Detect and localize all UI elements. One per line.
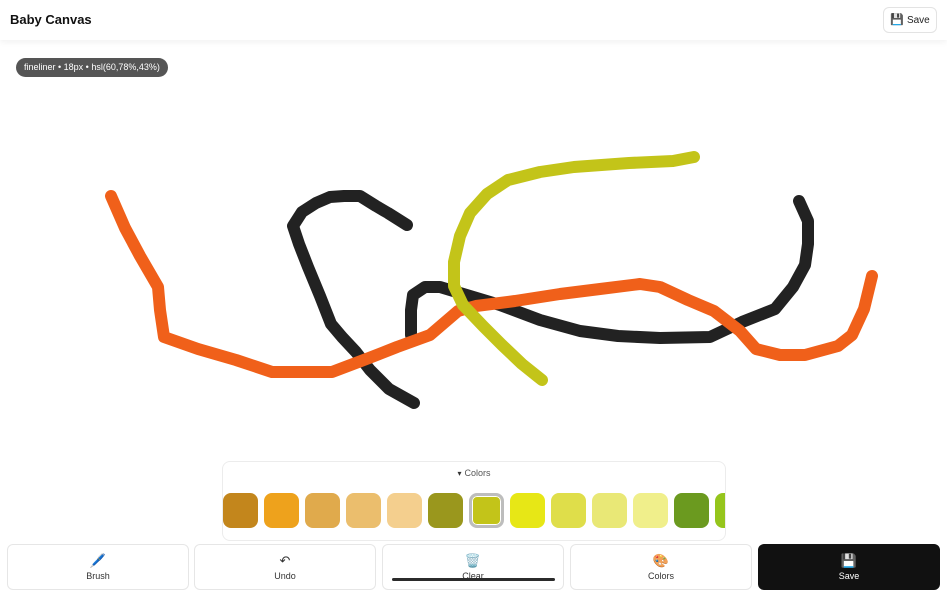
- paintbrush-icon: 🖊️: [89, 552, 107, 568]
- floppy-disk-icon: 💾: [840, 552, 858, 568]
- colors-panel: ▾ Colors: [222, 461, 726, 541]
- undo-icon: ↶: [279, 552, 291, 568]
- bottom-toolbar: 🖊️ Brush ↶ Undo 🗑️ Clear 🎨 Colors 💾 Save: [0, 540, 947, 592]
- save-label: Save: [838, 570, 860, 581]
- colors-button[interactable]: 🎨 Colors: [570, 544, 752, 590]
- color-swatch[interactable]: [387, 493, 422, 528]
- color-swatch[interactable]: [264, 493, 299, 528]
- trash-icon: 🗑️: [464, 552, 482, 568]
- brush-status-badge: fineliner • 18px • hsl(60,78%,43%): [16, 58, 168, 77]
- palette-icon: 🎨: [652, 552, 670, 568]
- color-swatch[interactable]: [469, 493, 504, 528]
- color-swatch[interactable]: [551, 493, 586, 528]
- color-swatch[interactable]: [592, 493, 627, 528]
- color-swatch[interactable]: [715, 493, 725, 528]
- brush-label: Brush: [86, 570, 110, 581]
- color-swatch[interactable]: [346, 493, 381, 528]
- stroke-orange: [105, 190, 878, 378]
- brush-button[interactable]: 🖊️ Brush: [7, 544, 189, 590]
- floppy-disk-icon: 💾: [890, 13, 904, 26]
- color-swatch[interactable]: [510, 493, 545, 528]
- undo-label: Undo: [274, 570, 296, 581]
- app-root: Baby Canvas 💾 Save fineliner • 18px • hs…: [0, 0, 947, 592]
- chevron-down-icon: ▾: [457, 469, 462, 478]
- save-button[interactable]: 💾 Save: [758, 544, 940, 590]
- color-swatch[interactable]: [674, 493, 709, 528]
- colors-label: Colors: [647, 570, 674, 581]
- clear-button[interactable]: 🗑️ Clear: [382, 544, 564, 590]
- header-save-label: Save: [906, 14, 930, 26]
- header-save-button[interactable]: 💾 Save: [883, 7, 937, 33]
- color-swatch[interactable]: [305, 493, 340, 528]
- color-swatch[interactable]: [428, 493, 463, 528]
- app-header: Baby Canvas 💾 Save: [0, 0, 947, 40]
- color-swatch-list: [223, 493, 725, 533]
- app-title: Baby Canvas: [10, 12, 92, 27]
- color-swatch[interactable]: [223, 493, 258, 528]
- colors-panel-label: Colors: [464, 468, 491, 478]
- home-indicator: [392, 578, 555, 581]
- stroke-yellow-green: [448, 151, 700, 386]
- color-swatch[interactable]: [633, 493, 668, 528]
- colors-panel-toggle[interactable]: ▾ Colors: [223, 462, 725, 484]
- undo-button[interactable]: ↶ Undo: [194, 544, 376, 590]
